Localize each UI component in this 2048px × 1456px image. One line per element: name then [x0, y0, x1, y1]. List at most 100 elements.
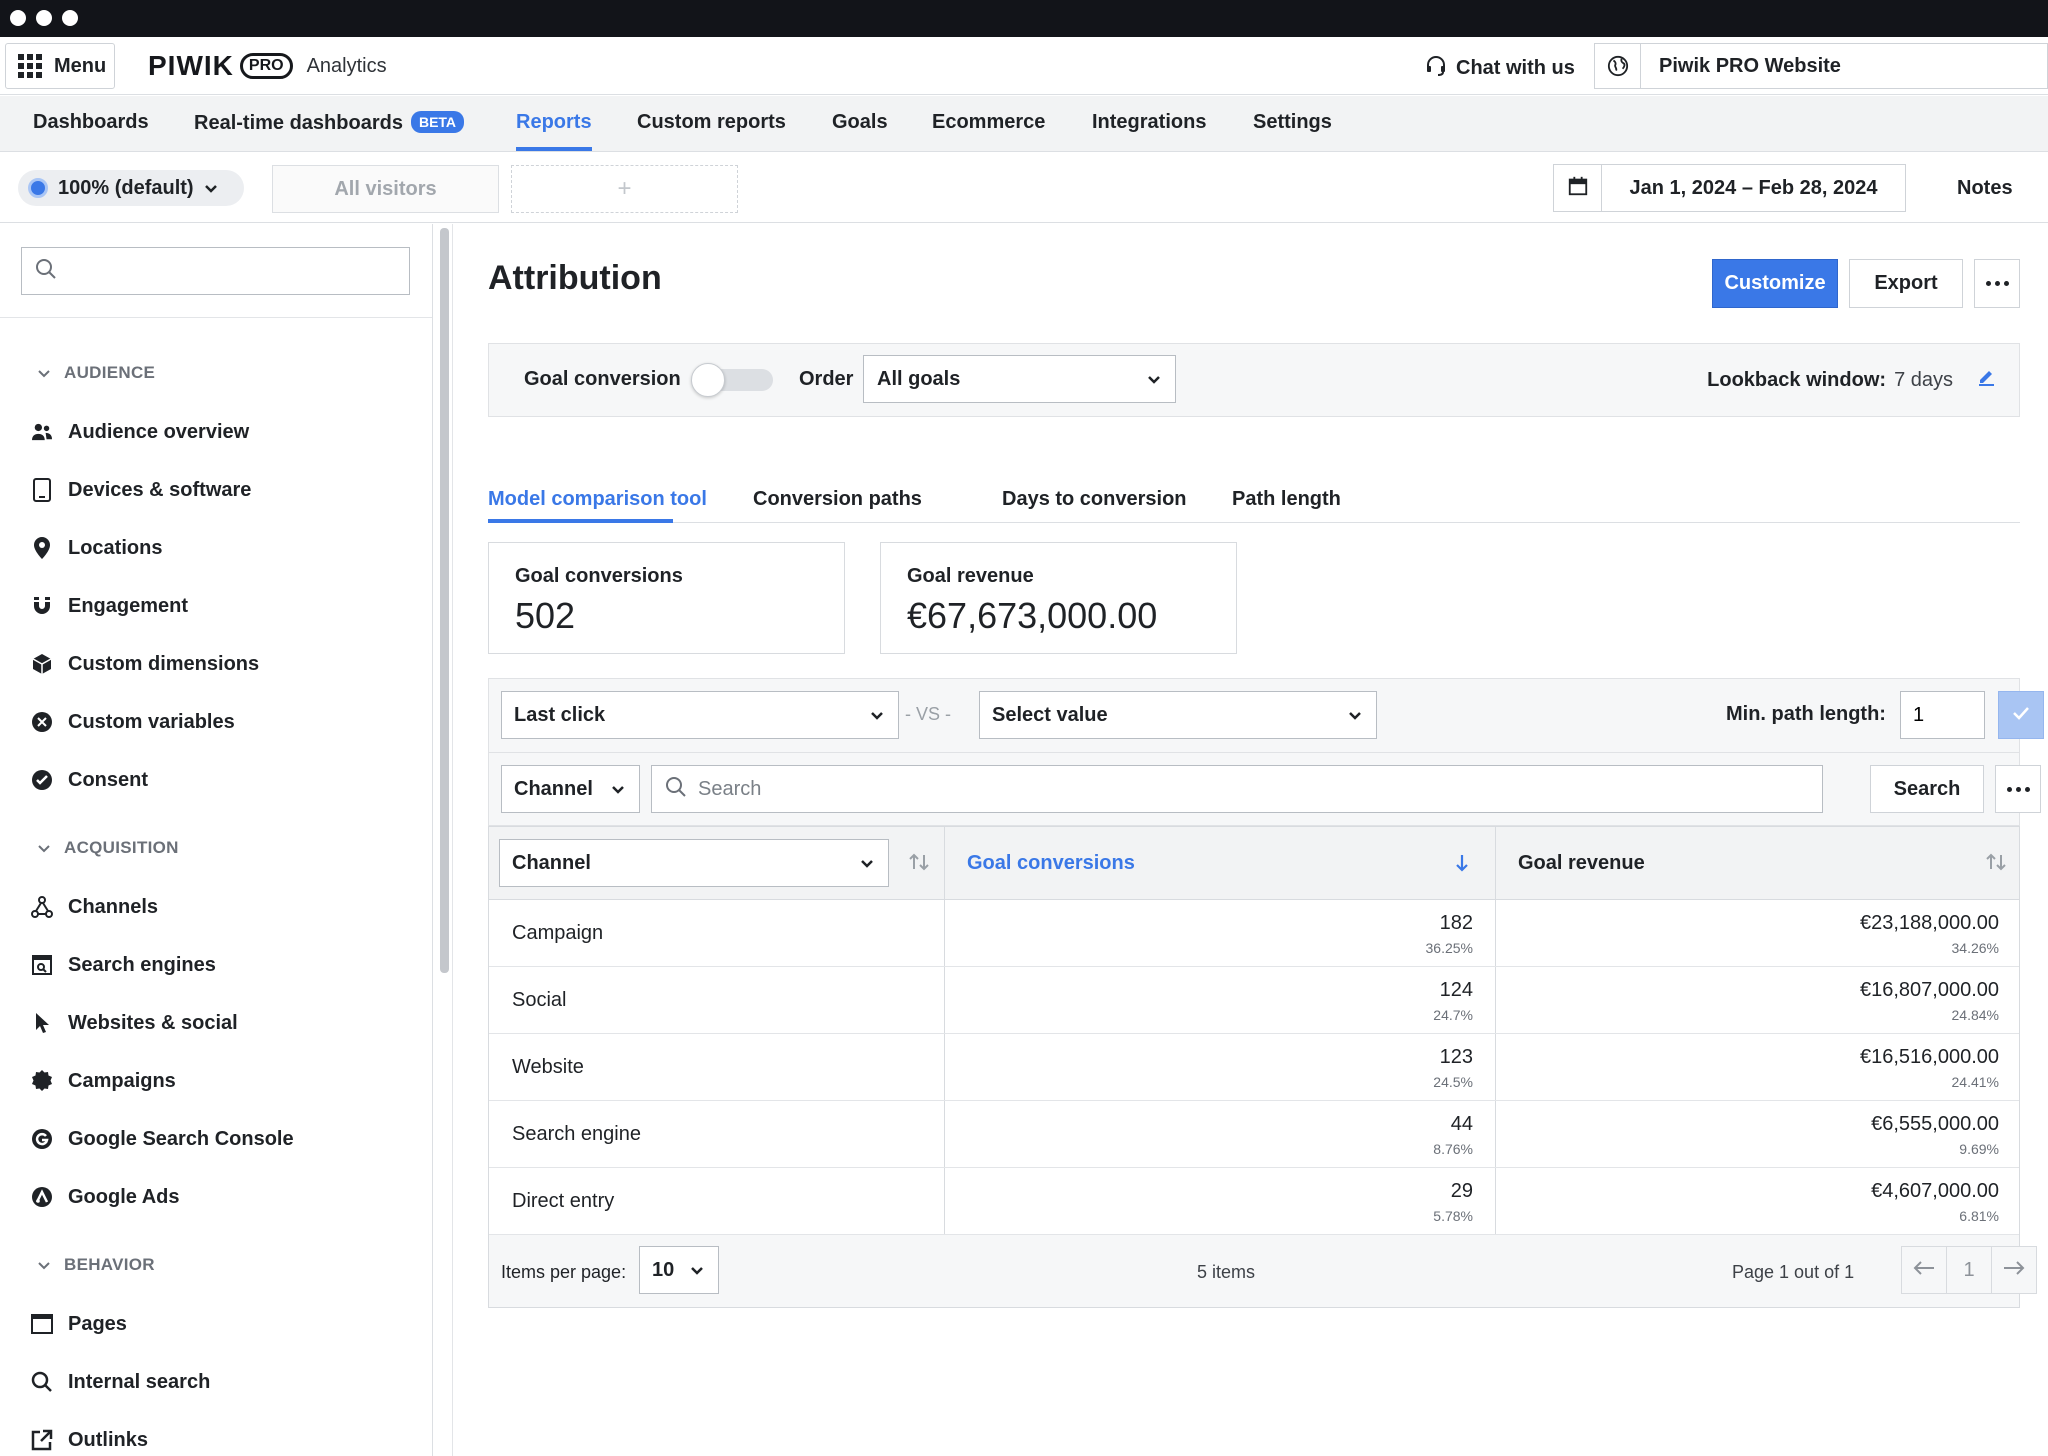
- goal-select[interactable]: All goals: [863, 355, 1176, 403]
- sidebar-item-websites-social[interactable]: Websites & social: [30, 1011, 238, 1035]
- previous-page-button[interactable]: [1901, 1246, 1947, 1294]
- more-options-button[interactable]: [1974, 259, 2020, 308]
- sidebar-search[interactable]: [21, 247, 410, 295]
- table-search-input[interactable]: [698, 777, 1798, 801]
- next-page-button[interactable]: [1991, 1246, 2037, 1294]
- items-per-page-select[interactable]: 10: [639, 1246, 719, 1294]
- value: €16,807,000.00: [1859, 979, 1999, 1001]
- value: 182: [1439, 912, 1473, 934]
- min-path-length-input[interactable]: [1900, 691, 1985, 739]
- goal-select-value: All goals: [877, 367, 961, 390]
- tab-path-length[interactable]: Path length: [1232, 488, 1341, 511]
- model-a-select[interactable]: Last click: [501, 691, 899, 739]
- chevron-down-icon: [870, 704, 884, 727]
- sort-icon[interactable]: [1985, 853, 2007, 876]
- menu-button[interactable]: Menu: [5, 43, 115, 89]
- more-dots-icon: [2006, 786, 2030, 792]
- sidebar-item-outlinks[interactable]: Outlinks: [30, 1428, 148, 1452]
- table-search-field[interactable]: [651, 765, 1823, 813]
- chevron-down-icon: [38, 838, 50, 858]
- sidebar-item-locations[interactable]: Locations: [30, 536, 162, 560]
- arrow-right-icon: [2003, 1259, 2025, 1282]
- sidebar-item-custom-dimensions[interactable]: Custom dimensions: [30, 652, 259, 676]
- cube-icon: [30, 652, 54, 676]
- window-maximize-dot[interactable]: [62, 10, 78, 26]
- table-row[interactable]: Campaign 182 36.25% €23,188,000.00 34.26%: [489, 900, 2019, 967]
- sidebar-item-channels[interactable]: Channels: [30, 895, 158, 919]
- chevron-down-icon: [204, 177, 218, 200]
- nav-dashboards[interactable]: Dashboards: [33, 111, 149, 134]
- notes-button[interactable]: Notes: [1957, 177, 2013, 200]
- nav-custom-reports[interactable]: Custom reports: [637, 111, 786, 134]
- nav-settings[interactable]: Settings: [1253, 111, 1332, 134]
- window-close-dot[interactable]: [10, 10, 26, 26]
- current-page[interactable]: 1: [1946, 1246, 1992, 1294]
- search-button[interactable]: Search: [1870, 765, 1984, 813]
- dimension-select[interactable]: Channel: [501, 765, 640, 813]
- tab-conversion-paths[interactable]: Conversion paths: [753, 488, 922, 511]
- nav-goals[interactable]: Goals: [832, 111, 888, 134]
- page-title: Attribution: [488, 259, 662, 297]
- sidebar-item-label: Pages: [68, 1312, 127, 1335]
- sidebar-item-pages[interactable]: Pages: [30, 1312, 127, 1336]
- cell-goal-revenue: €16,807,000.00 24.84%: [1496, 967, 2021, 1033]
- table-row[interactable]: Search engine 44 8.76% €6,555,000.00 9.69%: [489, 1101, 2019, 1168]
- logo-pro-badge: PRO: [239, 53, 293, 79]
- section-audience[interactable]: AUDIENCE: [38, 363, 155, 383]
- column-header-goal-revenue[interactable]: Goal revenue: [1496, 827, 2021, 899]
- sidebar-item-internal-search[interactable]: Internal search: [30, 1370, 210, 1394]
- chat-with-us-button[interactable]: Chat with us: [1424, 53, 1575, 83]
- sidebar-item-audience-overview[interactable]: Audience overview: [30, 420, 249, 444]
- table-row[interactable]: Direct entry 29 5.78% €4,607,000.00 6.81%: [489, 1168, 2019, 1235]
- sidebar-item-search-engines[interactable]: Search engines: [30, 953, 216, 977]
- website-selector[interactable]: Piwik PRO Website: [1594, 43, 2048, 89]
- lookback-label: Lookback window:: [1707, 368, 1887, 391]
- segment-all-visitors[interactable]: All visitors: [272, 165, 499, 213]
- sort-icon[interactable]: [908, 853, 930, 876]
- sidebar-item-devices[interactable]: Devices & software: [30, 478, 251, 502]
- section-behavior[interactable]: BEHAVIOR: [38, 1255, 155, 1275]
- date-range-picker[interactable]: Jan 1, 2024 – Feb 28, 2024: [1601, 164, 1906, 212]
- table-row[interactable]: Social 124 24.7% €16,807,000.00 24.84%: [489, 967, 2019, 1034]
- add-segment-button[interactable]: +: [511, 165, 738, 213]
- reports-sidebar: AUDIENCE Audience overview Devices & sof…: [0, 224, 433, 1456]
- check-icon: [2012, 706, 2030, 725]
- arrow-left-icon: [1913, 1259, 1935, 1282]
- window-minimize-dot[interactable]: [36, 10, 52, 26]
- tab-model-comparison-tool[interactable]: Model comparison tool: [488, 488, 707, 511]
- sidebar-item-custom-variables[interactable]: Custom variables: [30, 710, 235, 734]
- sidebar-item-label: Engagement: [68, 594, 189, 617]
- edit-pencil-icon[interactable]: [1977, 368, 1995, 392]
- piwik-logo[interactable]: PIWIK PRO Analytics: [148, 50, 387, 82]
- sidebar-item-consent[interactable]: Consent: [30, 768, 148, 792]
- calendar-button[interactable]: [1553, 164, 1601, 212]
- model-b-select[interactable]: Select value: [979, 691, 1377, 739]
- section-acquisition[interactable]: ACQUISITION: [38, 838, 179, 858]
- nav-integrations[interactable]: Integrations: [1092, 111, 1206, 134]
- nav-reports[interactable]: Reports: [516, 111, 592, 134]
- sidebar-item-engagement[interactable]: Engagement: [30, 594, 188, 618]
- sidebar-item-campaigns[interactable]: Campaigns: [30, 1069, 176, 1093]
- nav-ecommerce[interactable]: Ecommerce: [932, 111, 1045, 134]
- chevron-down-icon: [1147, 368, 1161, 391]
- sampling-selector[interactable]: 100% (default): [18, 170, 244, 206]
- model-a-value: Last click: [514, 703, 606, 726]
- sidebar-search-input[interactable]: [68, 259, 398, 283]
- sidebar-item-google-search-console[interactable]: Google Search Console: [30, 1127, 294, 1151]
- apply-min-path-button[interactable]: [1998, 691, 2044, 739]
- order-label: Order: [799, 368, 854, 390]
- export-button[interactable]: Export: [1849, 259, 1963, 308]
- column-header-goal-conversions[interactable]: Goal conversions: [945, 827, 1496, 899]
- conversion-type-toggle[interactable]: [691, 363, 773, 397]
- percent: 34.26%: [1951, 940, 1999, 956]
- customize-button[interactable]: Customize: [1712, 259, 1838, 308]
- row-dimension-select[interactable]: Channel: [499, 839, 889, 887]
- sidebar-item-google-ads[interactable]: Google Ads: [30, 1185, 179, 1209]
- tab-days-to-conversion[interactable]: Days to conversion: [1002, 488, 1187, 511]
- nav-real-time-dashboards[interactable]: Real-time dashboards BETA: [194, 111, 465, 135]
- table-options-button[interactable]: [1995, 765, 2041, 813]
- sidebar-scrollbar-thumb[interactable]: [440, 228, 449, 973]
- sort-descending-icon[interactable]: [1455, 853, 1469, 878]
- table-row[interactable]: Website 123 24.5% €16,516,000.00 24.41%: [489, 1034, 2019, 1101]
- globe-icon: [1595, 44, 1641, 88]
